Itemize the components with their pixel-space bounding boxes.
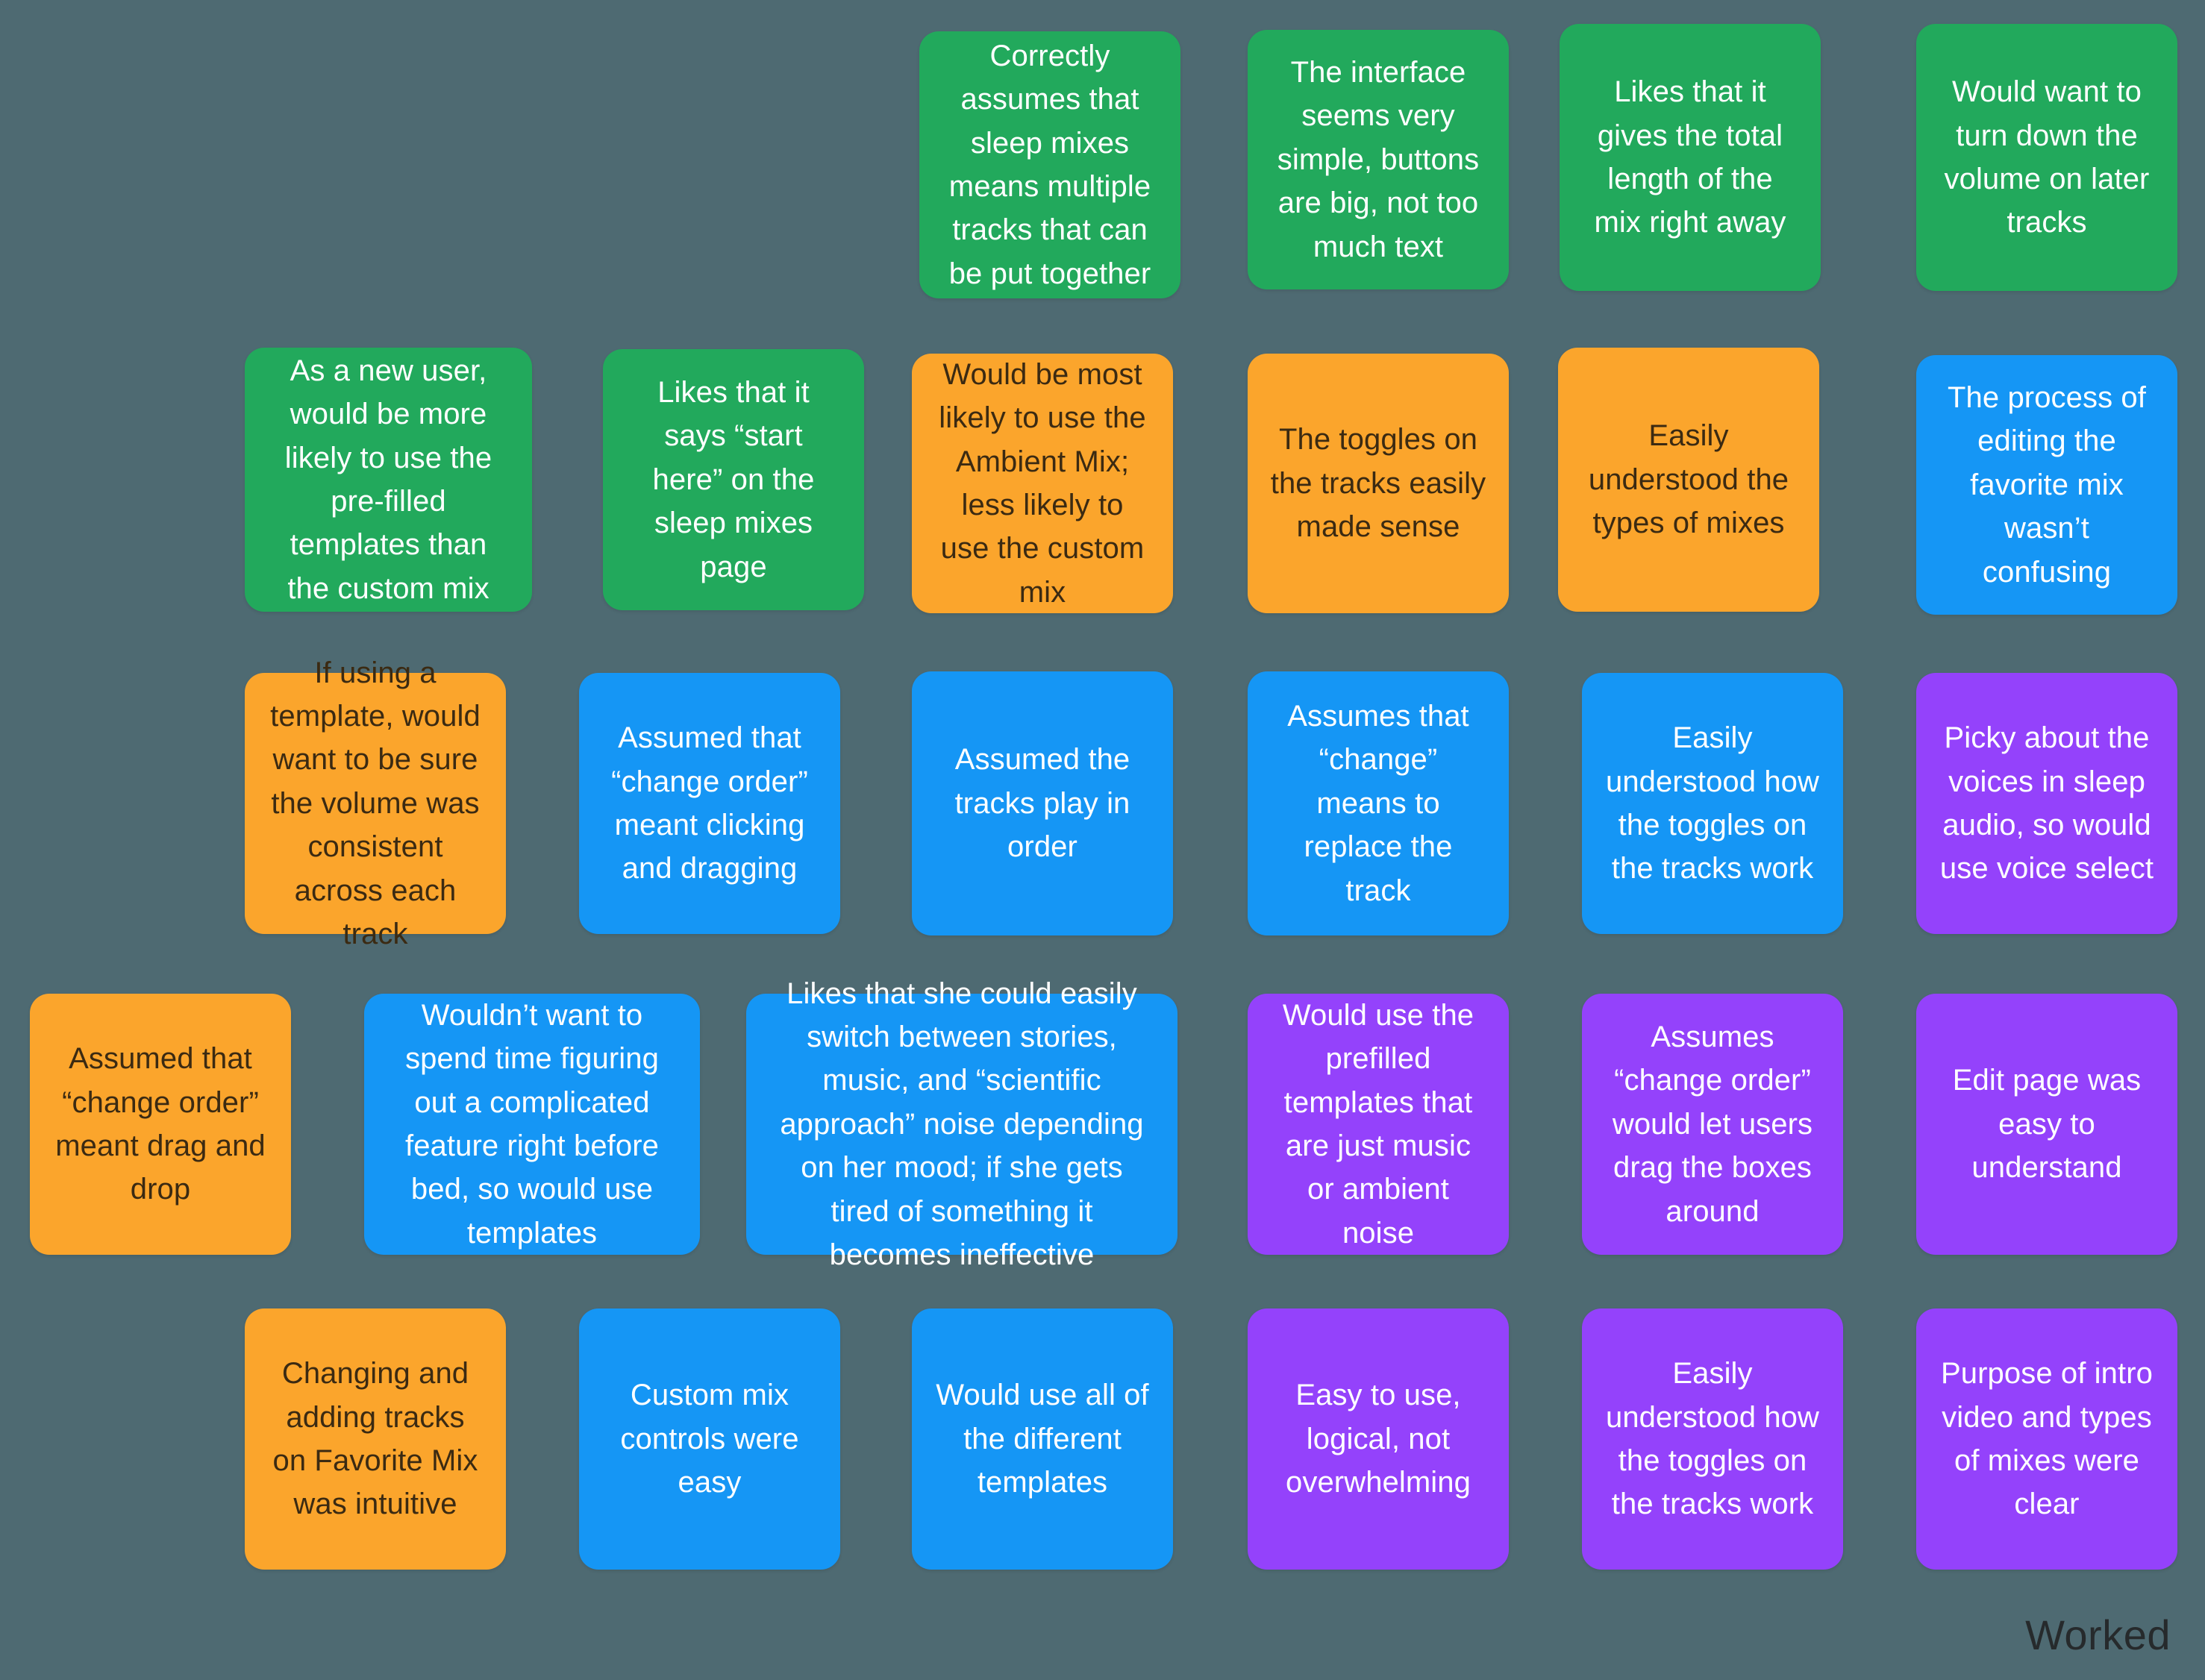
board-footer-label: Worked	[2025, 1611, 2171, 1658]
sticky-note[interactable]: Easily understood how the toggles on the…	[1582, 673, 1843, 934]
sticky-note[interactable]: Wouldn’t want to spend time figuring out…	[364, 994, 700, 1255]
sticky-note-text: Would want to turn down the volume on la…	[1944, 75, 2150, 239]
sticky-note-text: Assumed that “change order” meant drag a…	[55, 1042, 266, 1206]
sticky-note-text: Likes that it says “start here” on the s…	[652, 376, 815, 583]
sticky-note-text: Would use the prefilled templates that a…	[1282, 998, 1474, 1250]
sticky-note-text: Edit page was easy to understand	[1952, 1064, 2142, 1185]
sticky-note[interactable]: The toggles on the tracks easily made se…	[1248, 354, 1509, 613]
sticky-note-text: The interface seems very simple, buttons…	[1277, 56, 1480, 263]
sticky-note-text: Likes that she could easily switch betwe…	[780, 977, 1144, 1271]
sticky-note-text: Easily understood how the toggles on the…	[1605, 1357, 1820, 1521]
sticky-note[interactable]: Assumed that “change order” meant drag a…	[30, 994, 291, 1255]
sticky-note-text: As a new user, would be more likely to u…	[284, 354, 492, 605]
sticky-note[interactable]: Likes that it gives the total length of …	[1560, 24, 1821, 291]
sticky-note-text: The process of editing the favorite mix …	[1948, 381, 2146, 589]
sticky-note-text: Easily understood how the toggles on the…	[1605, 721, 1820, 886]
sticky-note[interactable]: The process of editing the favorite mix …	[1916, 355, 2177, 615]
sticky-note[interactable]: Assumes “change order” would let users d…	[1582, 994, 1843, 1255]
sticky-note[interactable]: Would use all of the different templates	[912, 1308, 1173, 1570]
sticky-note[interactable]: Would want to turn down the volume on la…	[1916, 24, 2177, 291]
sticky-note-text: Assumes “change order” would let users d…	[1612, 1021, 1813, 1228]
sticky-note-text: Would be most likely to use the Ambient …	[939, 357, 1146, 609]
sticky-note-text: Assumes that “change” means to replace t…	[1287, 700, 1469, 907]
sticky-note[interactable]: Changing and adding tracks on Favorite M…	[245, 1308, 506, 1570]
sticky-note[interactable]: Custom mix controls were easy	[579, 1308, 840, 1570]
sticky-note-text: Wouldn’t want to spend time figuring out…	[405, 998, 659, 1250]
sticky-note[interactable]: Would be most likely to use the Ambient …	[912, 354, 1173, 613]
sticky-note-text: Changing and adding tracks on Favorite M…	[272, 1357, 478, 1521]
sticky-note[interactable]: Likes that she could easily switch betwe…	[746, 977, 1177, 1271]
sticky-note[interactable]: Assumes that “change” means to replace t…	[1248, 671, 1509, 935]
sticky-note-text: Would use all of the different templates	[936, 1379, 1149, 1499]
sticky-note-text: Assumed that “change order” meant clicki…	[611, 721, 808, 886]
sticky-note-text: Correctly assumes that sleep mixes means…	[948, 39, 1151, 290]
sticky-note[interactable]: Picky about the voices in sleep audio, s…	[1916, 673, 2177, 934]
sticky-note[interactable]: Easy to use, logical, not overwhelming	[1248, 1308, 1509, 1570]
sticky-note[interactable]: Correctly assumes that sleep mixes means…	[919, 31, 1180, 298]
sticky-note[interactable]: As a new user, would be more likely to u…	[245, 348, 532, 612]
sticky-note[interactable]: Assumed the tracks play in order	[912, 671, 1173, 935]
sticky-note[interactable]: Easily understood how the toggles on the…	[1582, 1308, 1843, 1570]
sticky-note-board: Correctly assumes that sleep mixes means…	[0, 0, 2205, 1680]
sticky-note[interactable]: Would use the prefilled templates that a…	[1248, 994, 1509, 1255]
sticky-note-text: Purpose of intro video and types of mixe…	[1941, 1357, 2153, 1521]
sticky-note-text: Likes that it gives the total length of …	[1594, 75, 1786, 239]
sticky-note-text: Easily understood the types of mixes	[1588, 419, 1789, 540]
sticky-note[interactable]: Likes that it says “start here” on the s…	[603, 349, 864, 610]
sticky-note-text: Picky about the voices in sleep audio, s…	[1939, 721, 2154, 886]
sticky-note[interactable]: Purpose of intro video and types of mixe…	[1916, 1308, 2177, 1570]
sticky-note[interactable]: The interface seems very simple, buttons…	[1248, 30, 1509, 289]
sticky-note[interactable]: Edit page was easy to understand	[1916, 994, 2177, 1255]
sticky-note-text: If using a template, would want to be su…	[270, 656, 481, 950]
sticky-note-text: The toggles on the tracks easily made se…	[1270, 423, 1486, 544]
sticky-note-text: Custom mix controls were easy	[620, 1379, 799, 1499]
sticky-note[interactable]: Assumed that “change order” meant clicki…	[579, 673, 840, 934]
sticky-note-text: Easy to use, logical, not overwhelming	[1286, 1379, 1471, 1499]
sticky-note[interactable]: Easily understood the types of mixes	[1558, 348, 1819, 612]
sticky-note-text: Assumed the tracks play in order	[954, 743, 1130, 864]
sticky-note[interactable]: If using a template, would want to be su…	[245, 656, 506, 950]
